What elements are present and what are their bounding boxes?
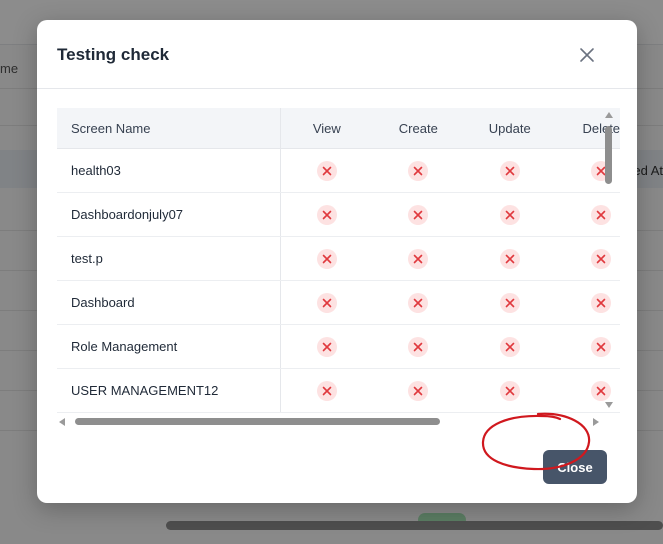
x-circle-icon	[316, 336, 337, 357]
update-permission-cell	[464, 148, 556, 193]
view-permission-cell	[280, 148, 373, 193]
vertical-scrollbar[interactable]	[603, 112, 615, 408]
create-permission-cell	[372, 236, 465, 281]
x-circle-icon	[408, 160, 429, 181]
x-circle-icon	[499, 380, 520, 401]
x-circle-icon	[499, 292, 520, 313]
permissions-table: Screen Name View Create Update Delete he…	[57, 108, 620, 413]
dialog-title: Testing check	[57, 45, 170, 64]
column-header-create: Create	[372, 108, 465, 149]
view-permission-cell	[280, 280, 373, 325]
vertical-scrollbar-thumb[interactable]	[605, 126, 612, 184]
permissions-table-body: health03 Dashboardonjuly07 test.p Dashboard…	[57, 148, 620, 413]
screen-name-cell: Dashboardonjuly07	[57, 192, 282, 237]
dialog-header: Testing check	[37, 20, 637, 89]
scroll-down-arrow-icon[interactable]	[605, 402, 613, 408]
horizontal-scrollbar-thumb[interactable]	[75, 418, 440, 425]
x-circle-icon	[499, 204, 520, 225]
close-icon[interactable]	[578, 46, 596, 64]
view-permission-cell	[280, 324, 373, 369]
update-permission-cell	[464, 236, 556, 281]
update-permission-cell	[464, 324, 556, 369]
screen-name-cell: Dashboard	[57, 280, 282, 325]
scroll-up-arrow-icon[interactable]	[605, 112, 613, 118]
screen-name-cell: USER MANAGEMENT12	[57, 368, 282, 413]
x-circle-icon	[316, 292, 337, 313]
horizontal-scrollbar[interactable]	[59, 416, 599, 428]
table-row: Dashboard	[57, 280, 620, 325]
scroll-left-arrow-icon[interactable]	[59, 418, 65, 426]
screen-name-cell: Role Management	[57, 324, 282, 369]
table-row: Role Management	[57, 324, 620, 369]
scroll-right-arrow-icon[interactable]	[593, 418, 599, 426]
create-permission-cell	[372, 192, 465, 237]
permissions-dialog: Testing check Screen Name View Create Up…	[37, 20, 637, 503]
x-circle-icon	[316, 248, 337, 269]
table-row: test.p	[57, 236, 620, 281]
create-permission-cell	[372, 148, 465, 193]
screen-name-cell: test.p	[57, 236, 282, 281]
x-circle-icon	[408, 292, 429, 313]
x-circle-icon	[499, 336, 520, 357]
column-header-update: Update	[464, 108, 556, 149]
x-circle-icon	[316, 380, 337, 401]
view-permission-cell	[280, 192, 373, 237]
table-row: health03	[57, 148, 620, 193]
create-permission-cell	[372, 280, 465, 325]
permissions-table-container: Screen Name View Create Update Delete he…	[57, 108, 620, 430]
close-button[interactable]: Close	[543, 450, 607, 484]
x-circle-icon	[316, 160, 337, 181]
update-permission-cell	[464, 192, 556, 237]
x-circle-icon	[408, 204, 429, 225]
column-header-view: View	[280, 108, 373, 149]
x-circle-icon	[499, 248, 520, 269]
create-permission-cell	[372, 324, 465, 369]
update-permission-cell	[464, 280, 556, 325]
update-permission-cell	[464, 368, 556, 413]
x-circle-icon	[408, 380, 429, 401]
create-permission-cell	[372, 368, 465, 413]
x-circle-icon	[408, 248, 429, 269]
table-row: Dashboardonjuly07	[57, 192, 620, 237]
x-circle-icon	[408, 336, 429, 357]
column-header-screen-name: Screen Name	[57, 108, 282, 149]
table-header-row: Screen Name View Create Update Delete	[57, 108, 620, 149]
x-circle-icon	[316, 204, 337, 225]
table-row: USER MANAGEMENT12	[57, 368, 620, 413]
view-permission-cell	[280, 236, 373, 281]
screen-name-cell: health03	[57, 148, 282, 193]
view-permission-cell	[280, 368, 373, 413]
x-circle-icon	[499, 160, 520, 181]
